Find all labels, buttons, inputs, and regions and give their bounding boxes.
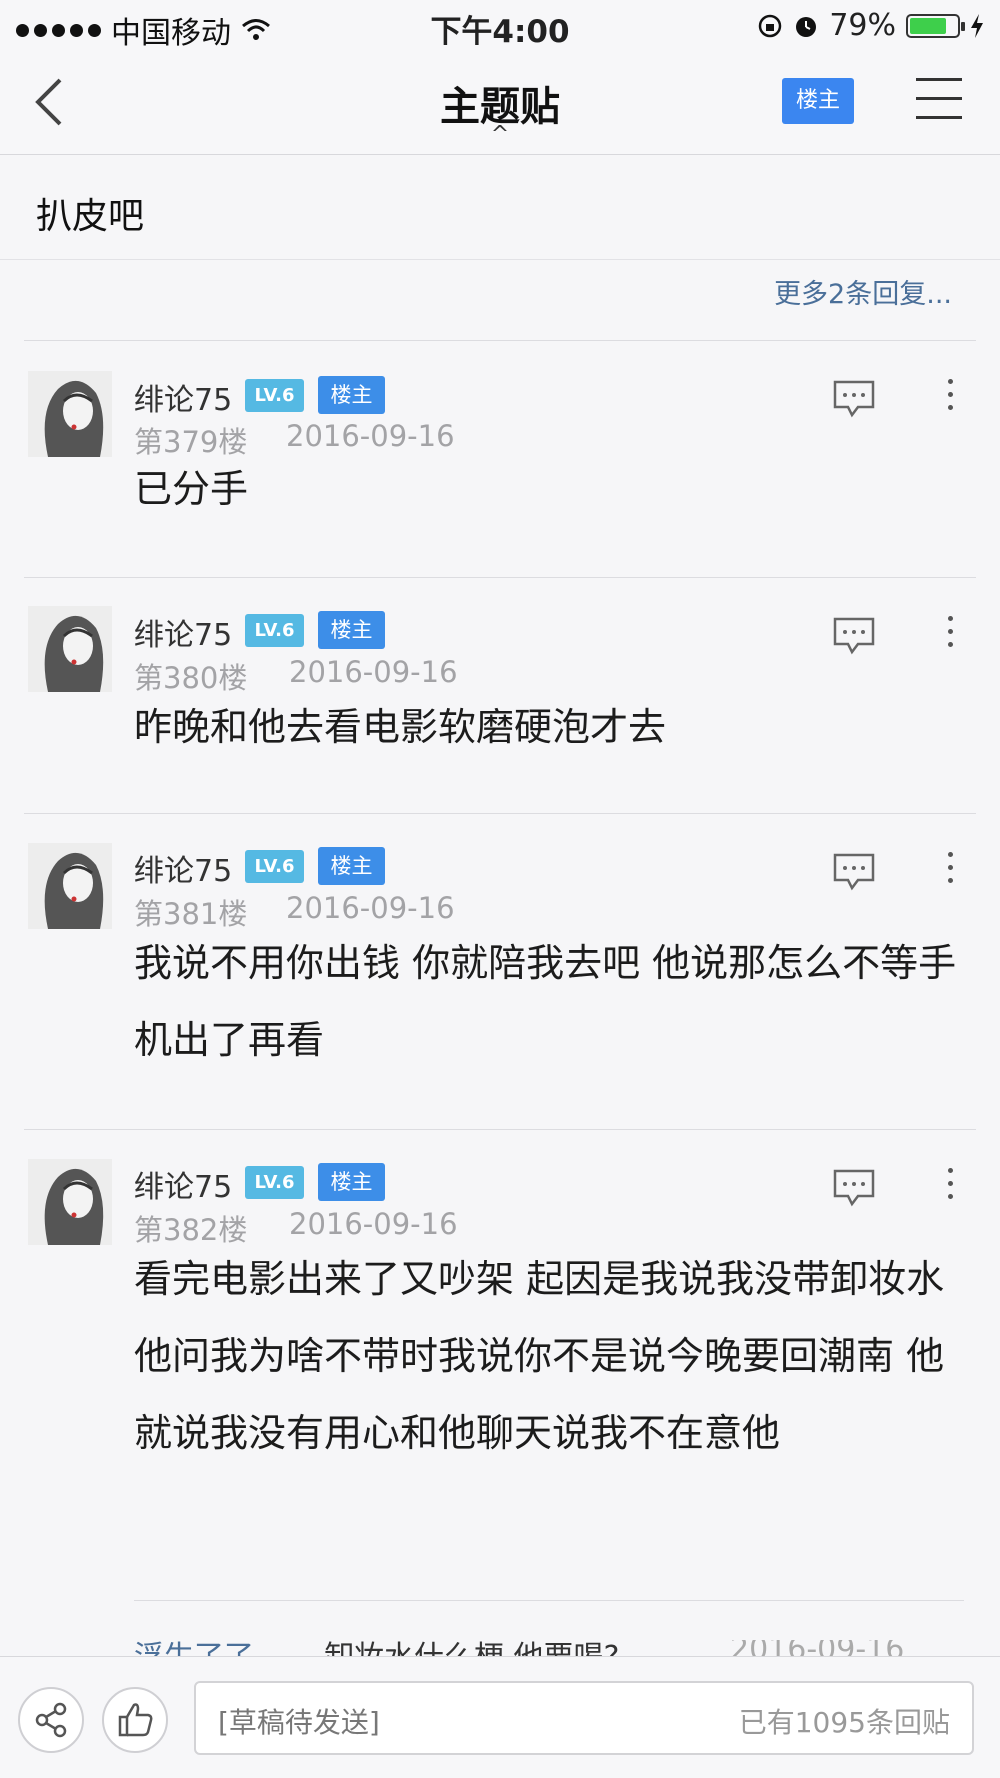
chevron-up-icon[interactable]: ^ <box>0 122 1000 147</box>
like-button[interactable] <box>102 1687 168 1753</box>
post-date: 2016-09-16 <box>286 891 455 925</box>
bottom-bar: [草稿待发送] 已有1095条回贴 <box>0 1656 1000 1778</box>
battery-icon <box>906 13 965 38</box>
post-item: 绯论75 LV.6 楼主 第380楼 2016-09-16 昨晚和他去看电影软磨… <box>0 578 1000 814</box>
more-options-icon[interactable] <box>938 379 962 419</box>
draft-placeholder: [草稿待发送] <box>218 1706 380 1739</box>
battery-fill <box>910 17 947 34</box>
level-badge: LV.6 <box>245 614 304 647</box>
reply-count: 已有1095条回贴 <box>738 1706 950 1739</box>
level-badge: LV.6 <box>245 850 304 883</box>
post-item: 绯论75 LV.6 楼主 第379楼 2016-09-16 已分手 <box>0 341 1000 577</box>
owner-only-button[interactable]: 楼主 <box>782 78 854 124</box>
post-content: 看完电影出来了又吵架 起因是我说我没带卸妆水 他问我为啥不带时我说你不是说今晚要… <box>134 1257 945 1455</box>
divider <box>134 1600 964 1601</box>
username[interactable]: 绯论75 <box>134 610 232 654</box>
post-date: 2016-09-16 <box>289 655 458 689</box>
more-replies-link[interactable]: 更多2条回复... <box>774 272 952 311</box>
more-options-icon[interactable] <box>938 1168 962 1208</box>
forum-name-link[interactable]: 扒皮吧 <box>36 187 144 239</box>
comment-icon[interactable] <box>832 852 876 892</box>
post-content: 我说不用你出钱 你就陪我去吧 他说那怎么不等手机出了再看 <box>134 941 957 1062</box>
thumbs-up-icon <box>118 1703 153 1737</box>
level-badge: LV.6 <box>245 379 304 412</box>
post-date: 2016-09-16 <box>289 1207 458 1241</box>
owner-badge: 楼主 <box>318 376 385 414</box>
more-options-icon[interactable] <box>938 616 962 656</box>
post-date: 2016-09-16 <box>286 419 455 453</box>
avatar[interactable] <box>28 1159 112 1245</box>
username[interactable]: 绯论75 <box>134 375 232 419</box>
post-content: 已分手 <box>134 467 249 511</box>
username[interactable]: 绯论75 <box>134 1162 232 1206</box>
alarm-icon <box>796 16 817 37</box>
avatar[interactable] <box>28 371 112 457</box>
username[interactable]: 绯论75 <box>134 846 232 890</box>
status-bar: 中国移动 下午4:00 79% <box>0 0 1000 51</box>
nav-bar: 主题贴 ^ 楼主 <box>0 50 1000 155</box>
battery-percent: 79% <box>829 8 896 43</box>
menu-button[interactable] <box>916 78 962 122</box>
post-content: 昨晚和他去看电影软磨硬泡才去 <box>134 705 667 749</box>
comment-icon[interactable] <box>832 1168 876 1208</box>
post-item: 绯论75 LV.6 楼主 第381楼 2016-09-16 我说不用你出钱 你就… <box>0 814 1000 1129</box>
charging-icon <box>971 13 983 38</box>
share-button[interactable] <box>18 1687 84 1753</box>
owner-badge: 楼主 <box>318 847 385 885</box>
comment-icon[interactable] <box>832 616 876 656</box>
forum-header: 扒皮吧 <box>0 155 1000 260</box>
avatar[interactable] <box>28 843 112 929</box>
post-item: 绯论75 LV.6 楼主 第382楼 2016-09-16 看完电影出来了又吵架… <box>0 1130 1000 1600</box>
avatar[interactable] <box>28 606 112 692</box>
more-options-icon[interactable] <box>938 852 962 892</box>
owner-badge: 楼主 <box>318 1163 385 1201</box>
owner-badge: 楼主 <box>318 611 385 649</box>
level-badge: LV.6 <box>245 1166 304 1199</box>
rotation-lock-icon <box>759 14 782 37</box>
reply-input[interactable]: [草稿待发送] 已有1095条回贴 <box>194 1681 974 1755</box>
share-icon <box>35 1702 67 1738</box>
comment-icon[interactable] <box>832 379 876 419</box>
